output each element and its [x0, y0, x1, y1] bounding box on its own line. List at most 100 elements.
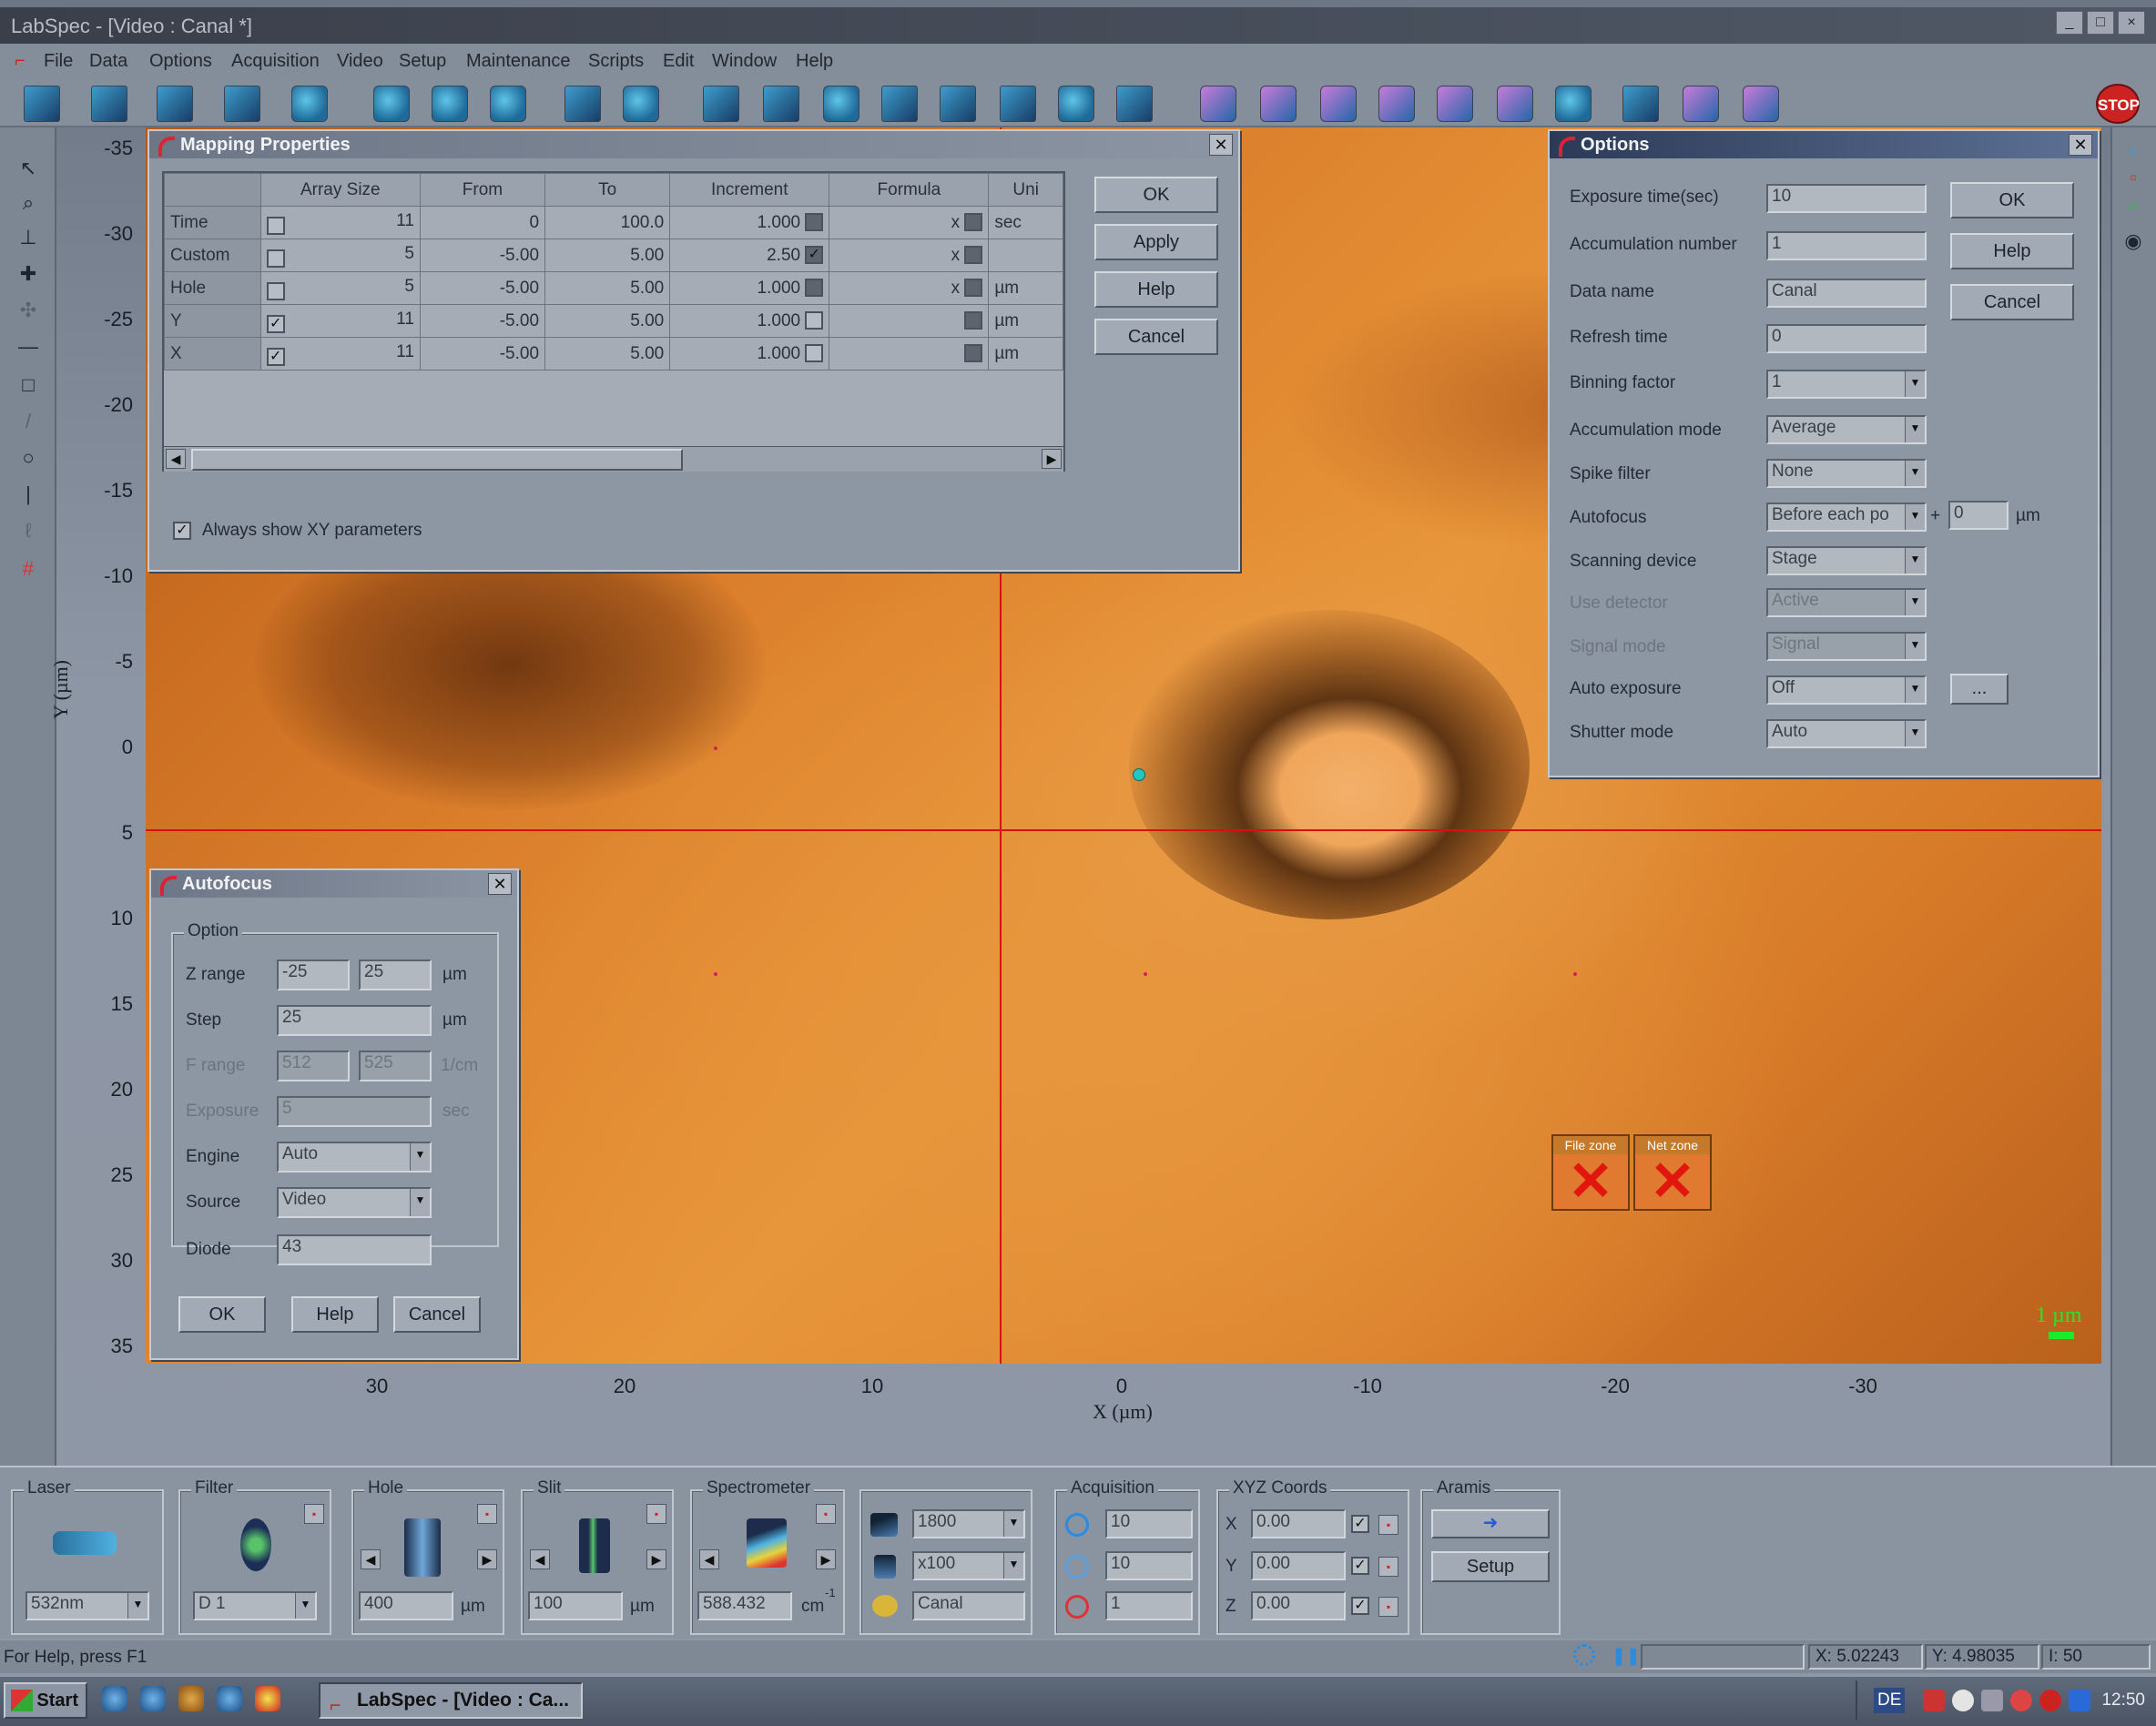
histogram-icon[interactable] [1497, 86, 1533, 122]
dropdown-arrow-icon[interactable]: ▼ [410, 1189, 430, 1216]
aramis-setup-button[interactable]: Setup [1431, 1551, 1550, 1582]
increment-checkbox[interactable]: ✓ [805, 246, 824, 265]
start-button[interactable]: Start [4, 1682, 87, 1719]
dropdown-arrow-icon[interactable]: ▼ [1905, 677, 1925, 703]
laser-icon[interactable] [53, 1531, 117, 1555]
record-icon[interactable]: ◉ [2123, 231, 2143, 251]
scroll-left-icon[interactable]: ◀ [166, 449, 186, 469]
increment-value[interactable]: 1.000 [758, 344, 801, 363]
dropdown-arrow-icon[interactable]: ▼ [1905, 417, 1925, 442]
aramis-run-button[interactable]: ➜ [1431, 1509, 1550, 1538]
increment-checkbox[interactable] [805, 213, 824, 232]
to-value[interactable]: 5.00 [544, 337, 671, 371]
array-size[interactable]: 11 [396, 342, 414, 361]
acquisition-accum-input[interactable]: 10 [1105, 1551, 1193, 1580]
increment-checkbox[interactable] [805, 279, 824, 298]
hole-settings-icon[interactable]: ▪ [477, 1504, 497, 1524]
menu-data[interactable]: Data [89, 51, 127, 72]
menu-options[interactable]: Options [149, 51, 212, 72]
row-checkbox[interactable] [266, 249, 285, 268]
objective-select[interactable]: x100 ▼ [912, 1551, 1025, 1580]
dropdown-arrow-icon[interactable]: ▼ [1905, 548, 1925, 574]
slit-increase-icon[interactable]: ▶ [646, 1549, 666, 1569]
autofocus-help-button[interactable]: Help [291, 1296, 379, 1333]
formula-value[interactable]: x [951, 246, 961, 265]
mapping-help-button[interactable]: Help [1094, 271, 1218, 308]
engine-select[interactable]: Auto ▼ [277, 1142, 432, 1173]
menu-maintenance[interactable]: Maintenance [466, 51, 571, 72]
folder-icon[interactable] [178, 1686, 204, 1711]
from-value[interactable]: -5.00 [419, 304, 546, 338]
filter-select[interactable]: D 1 ▼ [193, 1591, 317, 1620]
stop-button[interactable]: STOP [2096, 84, 2140, 124]
stage-icon[interactable] [823, 86, 859, 122]
tray-icon[interactable] [2010, 1690, 2032, 1711]
hole-input[interactable]: 400 [359, 1591, 453, 1620]
vertical-move-icon[interactable] [432, 86, 468, 122]
diagonal-icon[interactable]: / [18, 411, 38, 432]
increment-value[interactable]: 1.000 [758, 311, 801, 330]
table-icon[interactable] [1622, 86, 1659, 122]
stamp-icon[interactable]: ⊥ [18, 228, 38, 248]
menu-window[interactable]: Window [712, 51, 777, 72]
z-range-min-input[interactable]: -25 [277, 959, 350, 990]
autofocus-ok-button[interactable]: OK [178, 1296, 266, 1333]
fit-icon[interactable] [1116, 86, 1153, 122]
always-show-checkbox[interactable]: ✓ [173, 522, 191, 540]
y-coord-settings-icon[interactable]: ▪ [1378, 1557, 1398, 1577]
increment-value[interactable]: 1.000 [758, 279, 801, 298]
options-ok-button[interactable]: OK [1950, 182, 2074, 218]
acquisition-time-input[interactable]: 10 [1105, 1509, 1193, 1538]
to-value[interactable]: 5.00 [544, 271, 671, 305]
dropdown-arrow-icon[interactable]: ▼ [1905, 504, 1925, 530]
plot-icon[interactable] [1000, 86, 1036, 122]
laser-select[interactable]: 532nm ▼ [25, 1591, 149, 1620]
z-range-max-input[interactable]: 25 [359, 959, 432, 990]
filter-wheel-icon[interactable] [240, 1518, 271, 1571]
media-icon[interactable] [255, 1686, 280, 1711]
from-value[interactable]: -5.00 [419, 271, 546, 305]
x-coord-settings-icon[interactable]: ▪ [1378, 1515, 1398, 1535]
scanning-device-select[interactable]: Stage ▼ [1766, 546, 1927, 575]
map-grid-icon[interactable]: # [18, 559, 38, 579]
quicklaunch-icon[interactable] [217, 1686, 242, 1711]
rectangle-icon[interactable]: □ [18, 375, 38, 395]
triangle-plot-icon[interactable] [1260, 86, 1297, 122]
vertical-line-icon[interactable]: | [18, 484, 38, 504]
quicklaunch-icon[interactable] [102, 1686, 127, 1711]
formula-checkbox[interactable] [964, 213, 983, 232]
row-checkbox[interactable] [266, 216, 285, 235]
profile-icon[interactable] [1743, 86, 1779, 122]
to-value[interactable]: 100.0 [544, 206, 671, 239]
auto-exposure-select[interactable]: Off ▼ [1766, 675, 1927, 705]
formula-checkbox[interactable] [964, 246, 983, 265]
y-coord-input[interactable]: 0.00 [1251, 1551, 1346, 1580]
scroll-thumb[interactable] [191, 449, 683, 471]
array-size[interactable]: 5 [404, 244, 414, 263]
accumulation-number-input[interactable]: 1 [1766, 231, 1927, 260]
formula-checkbox[interactable] [964, 311, 983, 330]
accumulation-mode-select[interactable]: Average ▼ [1766, 415, 1927, 444]
source-select[interactable]: Video ▼ [277, 1187, 432, 1218]
autofocus-offset-input[interactable]: 0 [1948, 501, 2009, 530]
binning-factor-select[interactable]: 1 ▼ [1766, 370, 1927, 399]
tray-icon[interactable] [1952, 1690, 1974, 1711]
row-checkbox[interactable] [266, 281, 285, 300]
dropdown-arrow-icon[interactable]: ▼ [1905, 461, 1925, 486]
increment-checkbox[interactable] [805, 344, 824, 363]
spectrometer-settings-icon[interactable]: ▪ [816, 1504, 836, 1524]
spectrometer-icon[interactable] [747, 1518, 787, 1568]
menu-video[interactable]: Video [337, 51, 383, 72]
mapping-apply-button[interactable]: Apply [1094, 224, 1218, 260]
data-name-input[interactable]: Canal [1766, 279, 1927, 308]
shutter-mode-select[interactable]: Auto ▼ [1766, 719, 1927, 748]
grid-icon[interactable] [881, 86, 918, 122]
menu-acquisition[interactable]: Acquisition [231, 51, 320, 72]
spike-filter-select[interactable]: None ▼ [1766, 459, 1927, 488]
select-arrow-icon[interactable]: ↖ [18, 158, 38, 178]
open-icon[interactable] [24, 86, 60, 122]
align-icon[interactable] [490, 86, 526, 122]
slit-settings-icon[interactable]: ▪ [646, 1504, 666, 1524]
dropdown-arrow-icon[interactable]: ▼ [127, 1593, 147, 1619]
right-tool-icon[interactable]: ▫ [2123, 197, 2143, 217]
